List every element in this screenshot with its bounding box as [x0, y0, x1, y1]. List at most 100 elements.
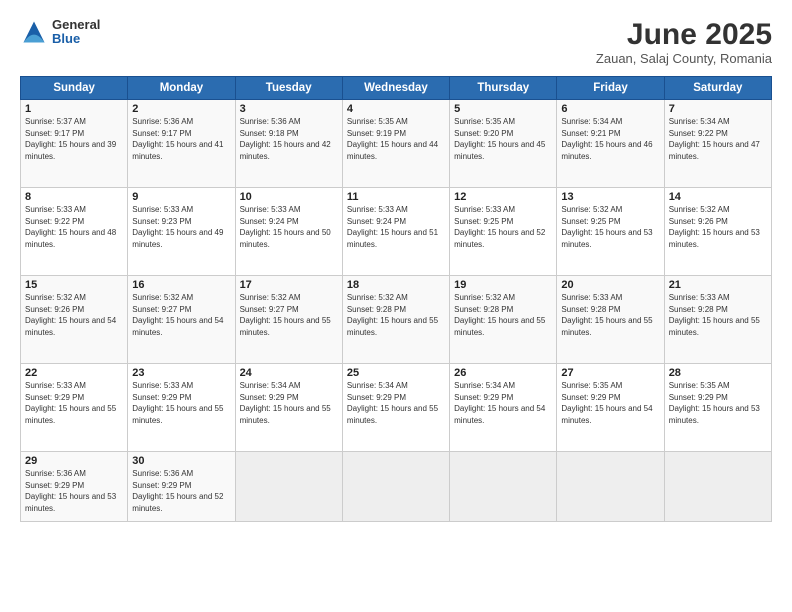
calendar-cell: 22Sunrise: 5:33 AMSunset: 9:29 PMDayligh…: [21, 364, 128, 452]
calendar-cell: 24Sunrise: 5:34 AMSunset: 9:29 PMDayligh…: [235, 364, 342, 452]
calendar-cell: 5Sunrise: 5:35 AMSunset: 9:20 PMDaylight…: [450, 100, 557, 188]
day-number: 28: [669, 367, 767, 379]
calendar-cell: [342, 452, 449, 522]
day-info: Sunrise: 5:33 AMSunset: 9:24 PMDaylight:…: [347, 204, 445, 250]
calendar-cell: 17Sunrise: 5:32 AMSunset: 9:27 PMDayligh…: [235, 276, 342, 364]
day-number: 30: [132, 455, 230, 467]
calendar-cell: 7Sunrise: 5:34 AMSunset: 9:22 PMDaylight…: [664, 100, 771, 188]
calendar-cell: 19Sunrise: 5:32 AMSunset: 9:28 PMDayligh…: [450, 276, 557, 364]
day-number: 26: [454, 367, 552, 379]
calendar-cell: 2Sunrise: 5:36 AMSunset: 9:17 PMDaylight…: [128, 100, 235, 188]
day-number: 25: [347, 367, 445, 379]
day-info: Sunrise: 5:34 AMSunset: 9:29 PMDaylight:…: [454, 380, 552, 426]
calendar-cell: 20Sunrise: 5:33 AMSunset: 9:28 PMDayligh…: [557, 276, 664, 364]
day-number: 14: [669, 191, 767, 203]
weekday-header-row: SundayMondayTuesdayWednesdayThursdayFrid…: [21, 77, 772, 100]
day-number: 23: [132, 367, 230, 379]
weekday-header-monday: Monday: [128, 77, 235, 100]
calendar-cell: 18Sunrise: 5:32 AMSunset: 9:28 PMDayligh…: [342, 276, 449, 364]
day-number: 24: [240, 367, 338, 379]
day-number: 29: [25, 455, 123, 467]
weekday-header-thursday: Thursday: [450, 77, 557, 100]
calendar-table: SundayMondayTuesdayWednesdayThursdayFrid…: [20, 76, 772, 522]
calendar-cell: [557, 452, 664, 522]
calendar-week-row: 1Sunrise: 5:37 AMSunset: 9:17 PMDaylight…: [21, 100, 772, 188]
day-number: 1: [25, 103, 123, 115]
day-info: Sunrise: 5:32 AMSunset: 9:27 PMDaylight:…: [132, 292, 230, 338]
day-info: Sunrise: 5:32 AMSunset: 9:25 PMDaylight:…: [561, 204, 659, 250]
calendar-cell: 11Sunrise: 5:33 AMSunset: 9:24 PMDayligh…: [342, 188, 449, 276]
day-info: Sunrise: 5:36 AMSunset: 9:18 PMDaylight:…: [240, 116, 338, 162]
calendar-cell: 28Sunrise: 5:35 AMSunset: 9:29 PMDayligh…: [664, 364, 771, 452]
day-number: 12: [454, 191, 552, 203]
weekday-header-tuesday: Tuesday: [235, 77, 342, 100]
day-info: Sunrise: 5:35 AMSunset: 9:29 PMDaylight:…: [669, 380, 767, 426]
day-info: Sunrise: 5:33 AMSunset: 9:24 PMDaylight:…: [240, 204, 338, 250]
calendar-cell: [235, 452, 342, 522]
header: General Blue June 2025 Zauan, Salaj Coun…: [20, 18, 772, 66]
logo-general: General: [52, 18, 100, 32]
day-number: 4: [347, 103, 445, 115]
logo-icon: [20, 18, 48, 46]
month-title: June 2025: [596, 18, 772, 51]
day-info: Sunrise: 5:33 AMSunset: 9:23 PMDaylight:…: [132, 204, 230, 250]
day-number: 2: [132, 103, 230, 115]
day-info: Sunrise: 5:32 AMSunset: 9:26 PMDaylight:…: [25, 292, 123, 338]
day-number: 6: [561, 103, 659, 115]
calendar-week-row: 15Sunrise: 5:32 AMSunset: 9:26 PMDayligh…: [21, 276, 772, 364]
location: Zauan, Salaj County, Romania: [596, 51, 772, 66]
day-number: 18: [347, 279, 445, 291]
calendar-week-row: 22Sunrise: 5:33 AMSunset: 9:29 PMDayligh…: [21, 364, 772, 452]
calendar-cell: 15Sunrise: 5:32 AMSunset: 9:26 PMDayligh…: [21, 276, 128, 364]
day-number: 10: [240, 191, 338, 203]
day-info: Sunrise: 5:33 AMSunset: 9:29 PMDaylight:…: [25, 380, 123, 426]
calendar-cell: 23Sunrise: 5:33 AMSunset: 9:29 PMDayligh…: [128, 364, 235, 452]
day-number: 7: [669, 103, 767, 115]
day-number: 9: [132, 191, 230, 203]
calendar-cell: 16Sunrise: 5:32 AMSunset: 9:27 PMDayligh…: [128, 276, 235, 364]
day-number: 27: [561, 367, 659, 379]
day-number: 17: [240, 279, 338, 291]
calendar-week-row: 29Sunrise: 5:36 AMSunset: 9:29 PMDayligh…: [21, 452, 772, 522]
day-info: Sunrise: 5:32 AMSunset: 9:28 PMDaylight:…: [454, 292, 552, 338]
day-info: Sunrise: 5:32 AMSunset: 9:27 PMDaylight:…: [240, 292, 338, 338]
calendar-cell: 30Sunrise: 5:36 AMSunset: 9:29 PMDayligh…: [128, 452, 235, 522]
day-number: 20: [561, 279, 659, 291]
weekday-header-sunday: Sunday: [21, 77, 128, 100]
calendar-cell: 21Sunrise: 5:33 AMSunset: 9:28 PMDayligh…: [664, 276, 771, 364]
day-info: Sunrise: 5:33 AMSunset: 9:28 PMDaylight:…: [669, 292, 767, 338]
day-info: Sunrise: 5:33 AMSunset: 9:25 PMDaylight:…: [454, 204, 552, 250]
weekday-header-wednesday: Wednesday: [342, 77, 449, 100]
calendar-cell: [664, 452, 771, 522]
calendar-cell: 12Sunrise: 5:33 AMSunset: 9:25 PMDayligh…: [450, 188, 557, 276]
logo-blue: Blue: [52, 32, 100, 46]
day-number: 22: [25, 367, 123, 379]
page: General Blue June 2025 Zauan, Salaj Coun…: [0, 0, 792, 612]
day-info: Sunrise: 5:33 AMSunset: 9:22 PMDaylight:…: [25, 204, 123, 250]
day-info: Sunrise: 5:34 AMSunset: 9:29 PMDaylight:…: [240, 380, 338, 426]
day-info: Sunrise: 5:34 AMSunset: 9:21 PMDaylight:…: [561, 116, 659, 162]
day-number: 13: [561, 191, 659, 203]
day-number: 11: [347, 191, 445, 203]
day-info: Sunrise: 5:36 AMSunset: 9:29 PMDaylight:…: [132, 468, 230, 514]
calendar-cell: 8Sunrise: 5:33 AMSunset: 9:22 PMDaylight…: [21, 188, 128, 276]
day-info: Sunrise: 5:37 AMSunset: 9:17 PMDaylight:…: [25, 116, 123, 162]
day-number: 19: [454, 279, 552, 291]
calendar-cell: 1Sunrise: 5:37 AMSunset: 9:17 PMDaylight…: [21, 100, 128, 188]
weekday-header-saturday: Saturday: [664, 77, 771, 100]
calendar-cell: 27Sunrise: 5:35 AMSunset: 9:29 PMDayligh…: [557, 364, 664, 452]
day-info: Sunrise: 5:36 AMSunset: 9:29 PMDaylight:…: [25, 468, 123, 514]
calendar-week-row: 8Sunrise: 5:33 AMSunset: 9:22 PMDaylight…: [21, 188, 772, 276]
day-number: 3: [240, 103, 338, 115]
calendar-cell: 25Sunrise: 5:34 AMSunset: 9:29 PMDayligh…: [342, 364, 449, 452]
calendar-cell: 4Sunrise: 5:35 AMSunset: 9:19 PMDaylight…: [342, 100, 449, 188]
day-info: Sunrise: 5:35 AMSunset: 9:19 PMDaylight:…: [347, 116, 445, 162]
day-info: Sunrise: 5:34 AMSunset: 9:22 PMDaylight:…: [669, 116, 767, 162]
day-info: Sunrise: 5:32 AMSunset: 9:26 PMDaylight:…: [669, 204, 767, 250]
day-info: Sunrise: 5:32 AMSunset: 9:28 PMDaylight:…: [347, 292, 445, 338]
day-info: Sunrise: 5:33 AMSunset: 9:28 PMDaylight:…: [561, 292, 659, 338]
logo: General Blue: [20, 18, 100, 47]
calendar-cell: 3Sunrise: 5:36 AMSunset: 9:18 PMDaylight…: [235, 100, 342, 188]
day-info: Sunrise: 5:36 AMSunset: 9:17 PMDaylight:…: [132, 116, 230, 162]
calendar-cell: 6Sunrise: 5:34 AMSunset: 9:21 PMDaylight…: [557, 100, 664, 188]
